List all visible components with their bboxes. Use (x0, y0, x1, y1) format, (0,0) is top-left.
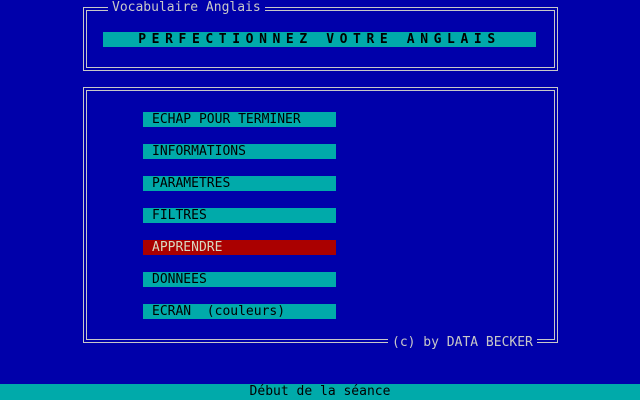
menu-item-ecran[interactable]: ECRAN (couleurs) (143, 304, 336, 319)
menu-item-donnees[interactable]: DONNEES (143, 272, 336, 287)
headline-banner: PERFECTIONNEZ VOTRE ANGLAIS (103, 32, 536, 47)
menu-item-filtres[interactable]: FILTRES (143, 208, 336, 223)
app-title: Vocabulaire Anglais (108, 0, 265, 16)
menu-item-apprendre[interactable]: APPRENDRE (143, 240, 336, 255)
status-bar: Début de la séance (0, 384, 640, 400)
menu-item-quit[interactable]: ECHAP POUR TERMINER (143, 112, 336, 127)
menu-item-parametres[interactable]: PARAMETRES (143, 176, 336, 191)
copyright-notice: (c) by DATA BECKER (388, 335, 537, 351)
menu-item-informations[interactable]: INFORMATIONS (143, 144, 336, 159)
